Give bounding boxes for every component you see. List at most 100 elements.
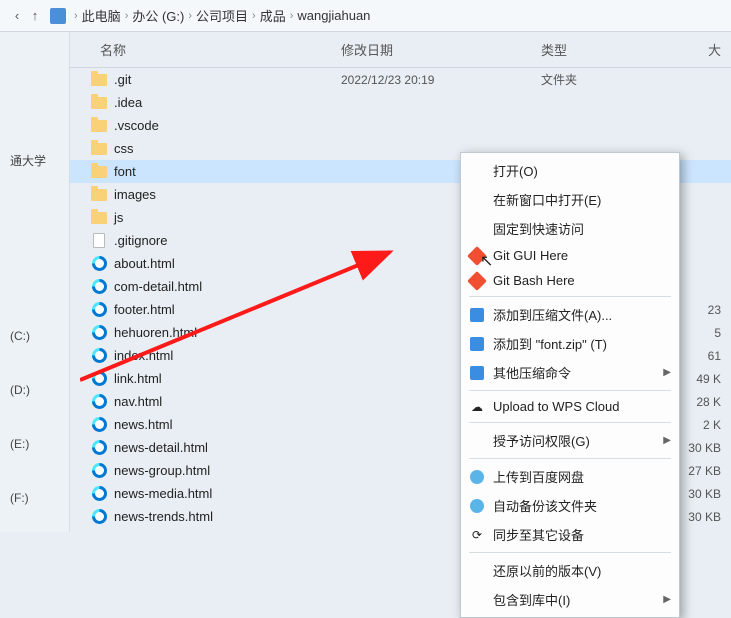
menu-item-label: 添加到压缩文件(A)... <box>493 305 612 324</box>
menu-item-label: 自动备份该文件夹 <box>493 496 597 515</box>
back-button[interactable]: ‹ <box>10 9 24 23</box>
submenu-arrow-icon: ▶ <box>663 367 671 378</box>
col-size-header[interactable]: 大 <box>671 40 731 59</box>
chevron-right-icon: › <box>188 10 192 22</box>
chevron-right-icon: › <box>74 10 78 22</box>
file-name: hehuoren.html <box>114 325 341 340</box>
menu-item-label: 上传到百度网盘 <box>493 467 584 486</box>
file-name: footer.html <box>114 302 341 317</box>
folder-icon <box>90 210 108 226</box>
sidebar-item[interactable]: (E:) <box>0 417 69 471</box>
sidebar-item[interactable]: (F:) <box>0 471 69 525</box>
cloud-icon: ☁ <box>469 399 485 415</box>
edge-icon <box>90 417 108 433</box>
file-name: news-media.html <box>114 486 341 501</box>
menu-item-label: Git Bash Here <box>493 273 575 288</box>
sidebar-item[interactable]: 通大学 <box>0 132 69 189</box>
file-icon <box>90 233 108 249</box>
crumb-item[interactable]: 成品 <box>260 6 286 25</box>
edge-icon <box>90 325 108 341</box>
edge-icon <box>90 463 108 479</box>
menu-item-label: 同步至其它设备 <box>493 525 584 544</box>
crumb-item[interactable]: wangjiahuan <box>297 8 370 23</box>
file-name: images <box>114 187 341 202</box>
menu-item[interactable]: 包含到库中(I) ▶ <box>461 585 679 614</box>
archive-icon <box>469 336 485 352</box>
col-type-header[interactable]: 类型 <box>541 40 671 59</box>
file-name: .idea <box>114 95 341 110</box>
edge-icon <box>90 440 108 456</box>
crumb-item[interactable]: 此电脑 <box>82 6 121 25</box>
submenu-arrow-icon: ▶ <box>663 594 671 605</box>
menu-item-label: 添加到 "font.zip" (T) <box>493 334 607 353</box>
menu-item[interactable]: 添加到压缩文件(A)... <box>461 300 679 329</box>
menu-separator <box>469 458 671 459</box>
file-name: news-trends.html <box>114 509 341 524</box>
file-size: 23 <box>671 303 731 317</box>
sidebar-item[interactable]: (D:) <box>0 363 69 417</box>
menu-item[interactable]: ⟳ 同步至其它设备 <box>461 520 679 549</box>
sidebar-item[interactable]: (C:) <box>0 309 69 363</box>
edge-icon <box>90 348 108 364</box>
submenu-arrow-icon: ▶ <box>663 435 671 446</box>
menu-item[interactable]: 固定到快速访问 <box>461 214 679 243</box>
file-size: 5 <box>671 326 731 340</box>
edge-icon <box>90 509 108 525</box>
edge-icon <box>90 279 108 295</box>
file-size: 49 K <box>671 372 731 386</box>
file-name: index.html <box>114 348 341 363</box>
crumb-item[interactable]: 办公 (G:) <box>132 6 184 25</box>
menu-item[interactable]: 其他压缩命令 ▶ <box>461 358 679 387</box>
menu-item[interactable]: 上传到百度网盘 <box>461 462 679 491</box>
baidu-icon <box>469 469 485 485</box>
sync-icon: ⟳ <box>469 527 485 543</box>
archive-icon <box>469 365 485 381</box>
file-size: 61 <box>671 349 731 363</box>
menu-item[interactable]: 自动备份该文件夹 <box>461 491 679 520</box>
file-name: .git <box>114 72 341 87</box>
up-button[interactable]: ↑ <box>28 9 42 23</box>
file-type: 文件夹 <box>541 71 671 88</box>
edge-icon <box>90 256 108 272</box>
menu-item[interactable]: 还原以前的版本(V) <box>461 556 679 585</box>
folder-icon <box>90 141 108 157</box>
file-name: js <box>114 210 341 225</box>
column-headers[interactable]: 名称 修改日期 类型 大 <box>70 32 731 68</box>
file-name: news-detail.html <box>114 440 341 455</box>
file-name: about.html <box>114 256 341 271</box>
git-icon <box>469 248 485 264</box>
menu-item[interactable]: Git GUI Here <box>461 243 679 268</box>
file-modified: 2022/12/23 20:19 <box>341 73 541 87</box>
edge-icon <box>90 302 108 318</box>
menu-item[interactable]: 授予访问权限(G) ▶ <box>461 426 679 455</box>
chevron-right-icon: › <box>125 10 129 22</box>
file-name: news.html <box>114 417 341 432</box>
col-modified-header[interactable]: 修改日期 <box>341 40 541 59</box>
file-name: nav.html <box>114 394 341 409</box>
folder-icon <box>90 72 108 88</box>
menu-item-label: 授予访问权限(G) <box>493 431 590 450</box>
menu-item[interactable]: Git Bash Here <box>461 268 679 293</box>
sidebar: 通大学 (C:) (D:) (E:) (F:) <box>0 32 70 532</box>
menu-item[interactable]: 添加到 "font.zip" (T) <box>461 329 679 358</box>
menu-item-label: 固定到快速访问 <box>493 219 584 238</box>
file-size: 30 KB <box>671 441 731 455</box>
folder-icon <box>90 118 108 134</box>
file-row[interactable]: .vscode <box>70 114 731 137</box>
menu-item-label: 打开(O) <box>493 161 538 180</box>
chevron-right-icon: › <box>252 10 256 22</box>
breadcrumb[interactable]: ‹ ↑ › 此电脑 › 办公 (G:) › 公司项目 › 成品 › wangji… <box>0 0 731 32</box>
file-row[interactable]: .git2022/12/23 20:19文件夹 <box>70 68 731 91</box>
menu-item-label: Git GUI Here <box>493 248 568 263</box>
file-name: .gitignore <box>114 233 341 248</box>
menu-item[interactable]: 打开(O) <box>461 156 679 185</box>
crumb-item[interactable]: 公司项目 <box>196 6 248 25</box>
file-row[interactable]: .idea <box>70 91 731 114</box>
menu-item[interactable]: ☁Upload to WPS Cloud <box>461 394 679 419</box>
col-name-header[interactable]: 名称 <box>70 40 341 59</box>
edge-icon <box>90 394 108 410</box>
menu-item-label: 在新窗口中打开(E) <box>493 190 601 209</box>
menu-item-label: 其他压缩命令 <box>493 363 571 382</box>
menu-item-label: 包含到库中(I) <box>493 590 570 609</box>
menu-item[interactable]: 在新窗口中打开(E) <box>461 185 679 214</box>
